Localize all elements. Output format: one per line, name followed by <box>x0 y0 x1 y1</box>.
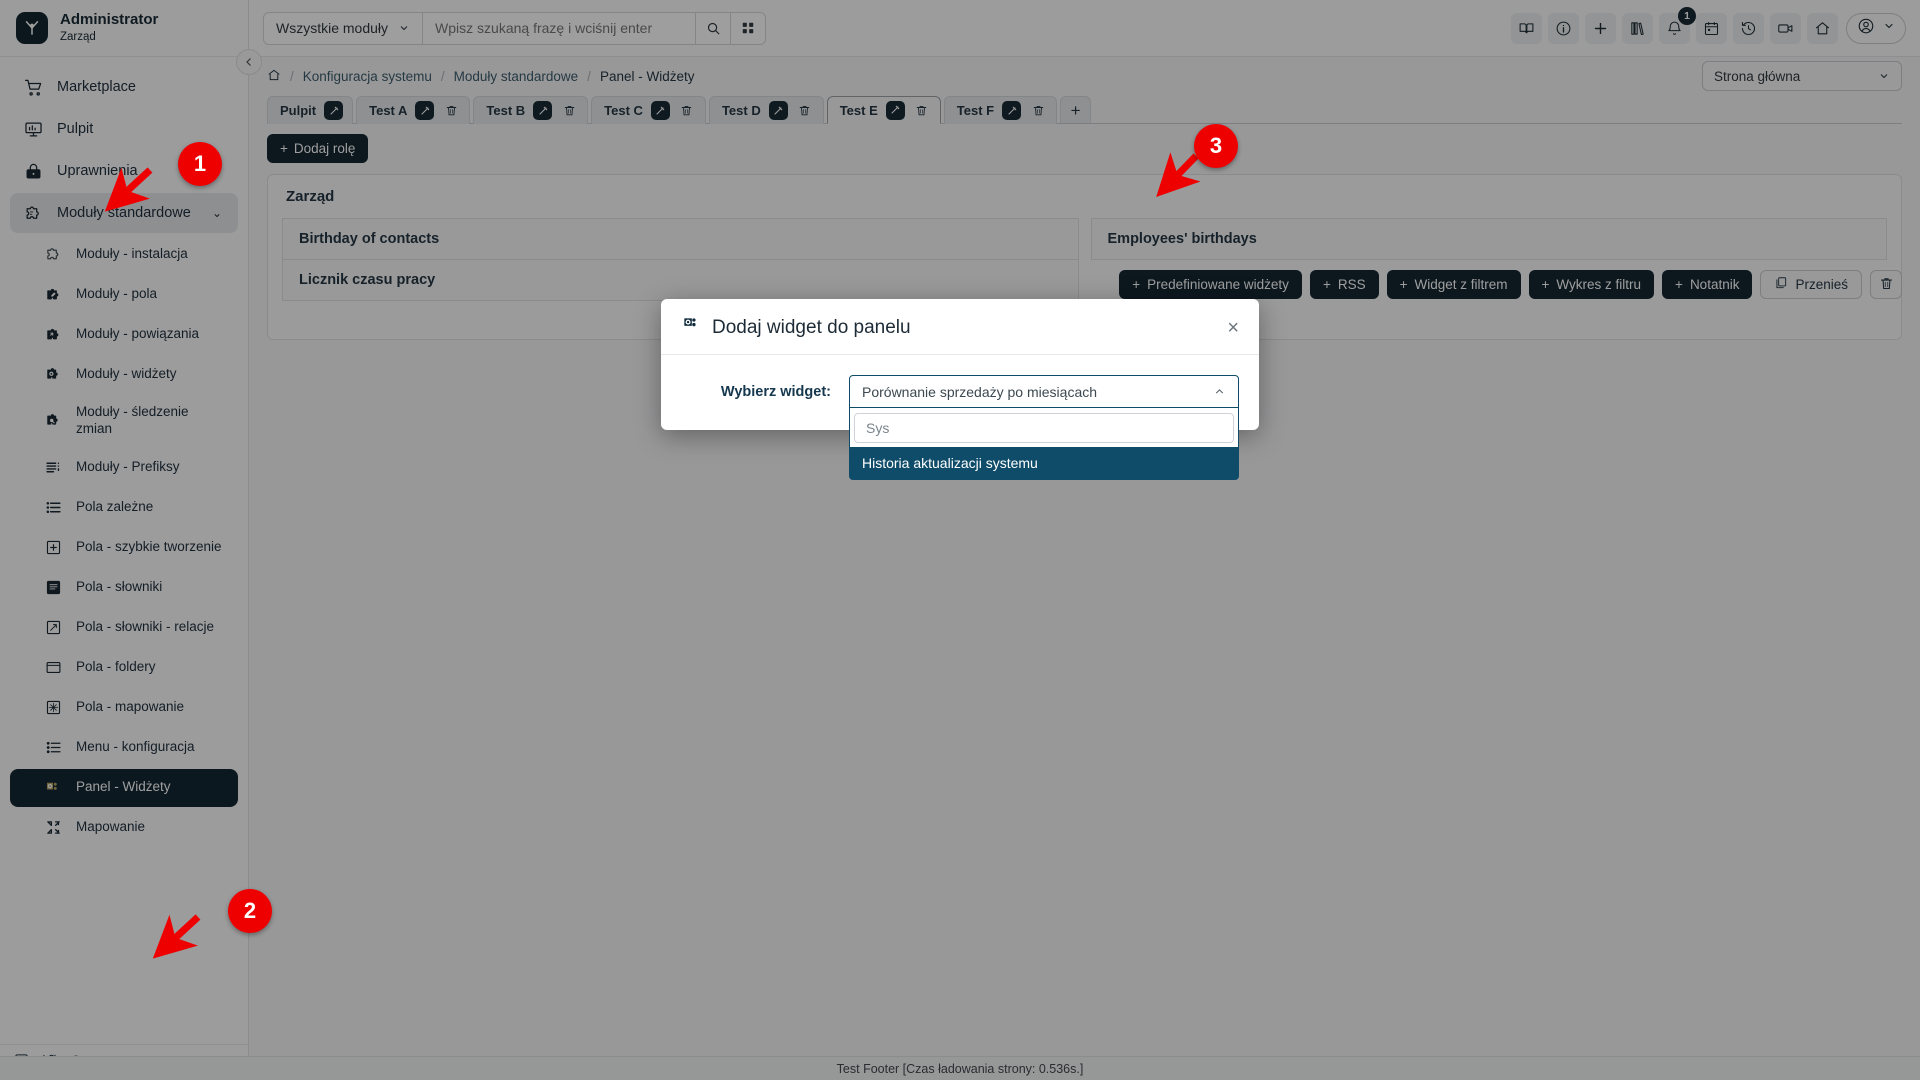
callout-marker-3: 3 <box>1194 124 1238 168</box>
callout-marker-2: 2 <box>228 889 272 933</box>
callout-marker-1: 1 <box>178 142 222 186</box>
callout-arrow-3 <box>1156 152 1201 198</box>
callout-arrows <box>104 152 1201 959</box>
callout-arrow-2 <box>152 914 201 959</box>
callout-arrow-1 <box>104 167 153 212</box>
